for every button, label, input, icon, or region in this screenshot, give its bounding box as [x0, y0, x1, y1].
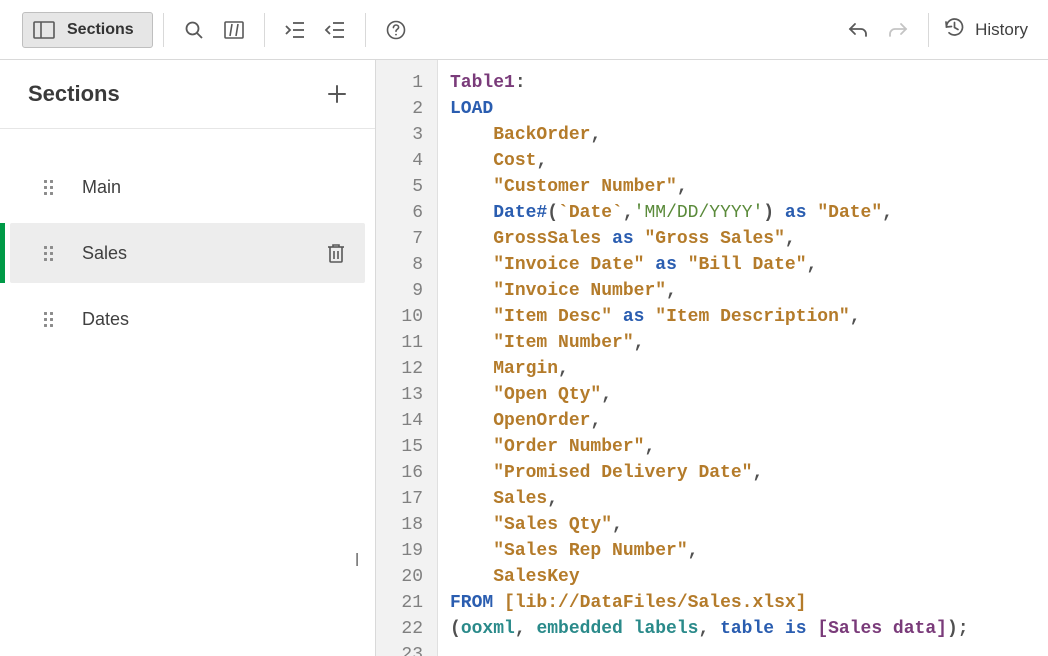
code-line[interactable]: "Customer Number",	[450, 174, 1048, 200]
outdent-button[interactable]	[315, 10, 355, 50]
line-number: 23	[400, 642, 423, 656]
section-item[interactable]: Dates	[10, 289, 365, 349]
divider	[264, 13, 265, 47]
code-line[interactable]: "Order Number",	[450, 434, 1048, 460]
section-item-label: Main	[82, 177, 121, 198]
line-number: 18	[400, 512, 423, 538]
help-button[interactable]	[376, 10, 416, 50]
line-number: 6	[400, 200, 423, 226]
line-number: 12	[400, 356, 423, 382]
split-handle[interactable]: ||	[355, 550, 356, 566]
toolbar: Sections	[0, 0, 1048, 60]
divider	[928, 13, 929, 47]
code-line[interactable]: GrossSales as "Gross Sales",	[450, 226, 1048, 252]
section-item-label: Sales	[82, 243, 127, 264]
line-number: 1	[400, 70, 423, 96]
drag-handle-icon[interactable]	[44, 180, 58, 195]
section-item[interactable]: Main	[10, 157, 365, 217]
line-number: 22	[400, 616, 423, 642]
sections-header: Sections	[0, 60, 375, 129]
code-line[interactable]: Margin,	[450, 356, 1048, 382]
history-icon	[943, 16, 965, 43]
line-number: 16	[400, 460, 423, 486]
line-number: 11	[400, 330, 423, 356]
code-line[interactable]: "Invoice Number",	[450, 278, 1048, 304]
line-number: 17	[400, 486, 423, 512]
code-line[interactable]: Sales,	[450, 486, 1048, 512]
code-line[interactable]: BackOrder,	[450, 122, 1048, 148]
indent-button[interactable]	[275, 10, 315, 50]
code-line[interactable]: "Item Number",	[450, 330, 1048, 356]
line-number: 14	[400, 408, 423, 434]
code-area[interactable]: Table1:LOAD BackOrder, Cost, "Customer N…	[438, 60, 1048, 656]
code-line[interactable]: "Sales Qty",	[450, 512, 1048, 538]
code-line[interactable]: "Sales Rep Number",	[450, 538, 1048, 564]
code-line[interactable]: Table1:	[450, 70, 1048, 96]
section-list: Main Sales Dates	[0, 129, 375, 355]
code-line[interactable]: FROM [lib://DataFiles/Sales.xlsx]	[450, 590, 1048, 616]
section-item[interactable]: Sales	[10, 223, 365, 283]
code-editor[interactable]: 1234567891011121314151617181920212223 Ta…	[376, 60, 1048, 656]
section-item-label: Dates	[82, 309, 129, 330]
sections-toggle-button[interactable]: Sections	[22, 12, 153, 48]
code-line[interactable]: "Invoice Date" as "Bill Date",	[450, 252, 1048, 278]
line-number: 10	[400, 304, 423, 330]
code-line[interactable]: "Item Desc" as "Item Description",	[450, 304, 1048, 330]
redo-button[interactable]	[878, 10, 918, 50]
code-line[interactable]: SalesKey	[450, 564, 1048, 590]
line-number: 7	[400, 226, 423, 252]
delete-section-button[interactable]	[327, 243, 345, 263]
line-number: 19	[400, 538, 423, 564]
line-number: 13	[400, 382, 423, 408]
sections-panel: Sections Main Sales Dates	[0, 60, 376, 656]
line-number: 5	[400, 174, 423, 200]
drag-handle-icon[interactable]	[44, 312, 58, 327]
sections-title: Sections	[28, 81, 120, 107]
code-line[interactable]: "Open Qty",	[450, 382, 1048, 408]
undo-button[interactable]	[838, 10, 878, 50]
line-number: 20	[400, 564, 423, 590]
line-number: 21	[400, 590, 423, 616]
line-number: 8	[400, 252, 423, 278]
comment-toggle-button[interactable]	[214, 10, 254, 50]
code-line[interactable]: Date#(`Date`,'MM/DD/YYYY') as "Date",	[450, 200, 1048, 226]
line-number: 4	[400, 148, 423, 174]
history-button[interactable]: History	[939, 10, 1032, 49]
drag-handle-icon[interactable]	[44, 246, 58, 261]
history-label: History	[975, 20, 1028, 40]
code-line[interactable]: "Promised Delivery Date",	[450, 460, 1048, 486]
code-line[interactable]: OpenOrder,	[450, 408, 1048, 434]
divider	[365, 13, 366, 47]
code-line[interactable]	[450, 642, 1048, 656]
add-section-button[interactable]	[323, 80, 351, 108]
divider	[163, 13, 164, 47]
search-button[interactable]	[174, 10, 214, 50]
line-number: 2	[400, 96, 423, 122]
line-number-gutter: 1234567891011121314151617181920212223	[376, 60, 438, 656]
sections-toggle-label: Sections	[67, 21, 134, 39]
line-number: 9	[400, 278, 423, 304]
panel-icon	[33, 21, 55, 39]
code-line[interactable]: (ooxml, embedded labels, table is [Sales…	[450, 616, 1048, 642]
code-line[interactable]: Cost,	[450, 148, 1048, 174]
line-number: 15	[400, 434, 423, 460]
line-number: 3	[400, 122, 423, 148]
code-line[interactable]: LOAD	[450, 96, 1048, 122]
